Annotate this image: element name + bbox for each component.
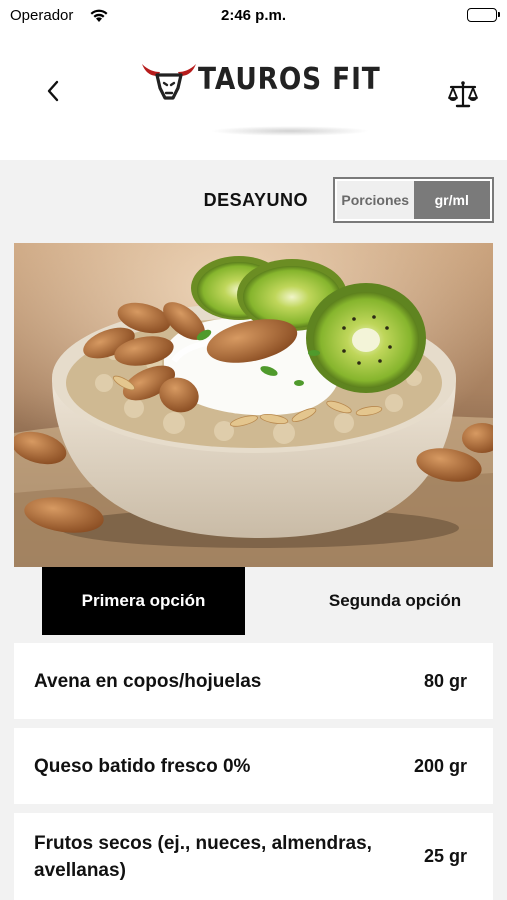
option-tabs: Primera opción Segunda opción (0, 567, 507, 635)
chevron-left-icon (47, 80, 59, 102)
brand-logo: TAUROS FIT (140, 58, 380, 138)
ingredient-row[interactable]: Avena en copos/hojuelas 80 gr (14, 643, 493, 719)
tab-primera-opcion[interactable]: Primera opción (42, 567, 245, 635)
brand-name: TAUROS FIT (198, 62, 381, 97)
ingredient-quantity: 200 gr (413, 755, 467, 776)
status-bar: Operador 2:46 p.m. (0, 0, 507, 32)
scale-button[interactable] (447, 80, 479, 110)
ingredient-quantity: 25 gr (423, 846, 467, 866)
ingredient-quantity: 80 gr (423, 670, 467, 691)
meal-title: DESAYUNO (203, 190, 308, 210)
ingredient-name: Frutos secos (ej., nueces, almendras, av… (34, 832, 372, 881)
ingredient-name: Queso batido fresco 0% (34, 755, 251, 777)
unit-option-portions[interactable]: Porciones (337, 181, 414, 219)
ingredient-name: Avena en copos/hojuelas (34, 670, 262, 692)
unit-option-grams[interactable]: gr/ml (413, 181, 490, 219)
battery-icon (467, 8, 500, 22)
bull-head-icon (142, 64, 196, 100)
back-button[interactable] (38, 76, 68, 106)
unit-toggle: Porciones gr/ml (333, 177, 494, 223)
balance-scale-icon (448, 81, 478, 108)
ingredient-row[interactable]: Frutos secos (ej., nueces, almendras, av… (14, 813, 493, 900)
ingredient-row[interactable]: Queso batido fresco 0% 200 gr (14, 728, 493, 804)
clock: 2:46 p.m. (220, 7, 287, 24)
logo-shadow (210, 126, 370, 136)
tab-segunda-opcion[interactable]: Segunda opción (300, 567, 490, 635)
app-header: TAUROS FIT (0, 32, 507, 160)
meal-photo (14, 243, 493, 567)
